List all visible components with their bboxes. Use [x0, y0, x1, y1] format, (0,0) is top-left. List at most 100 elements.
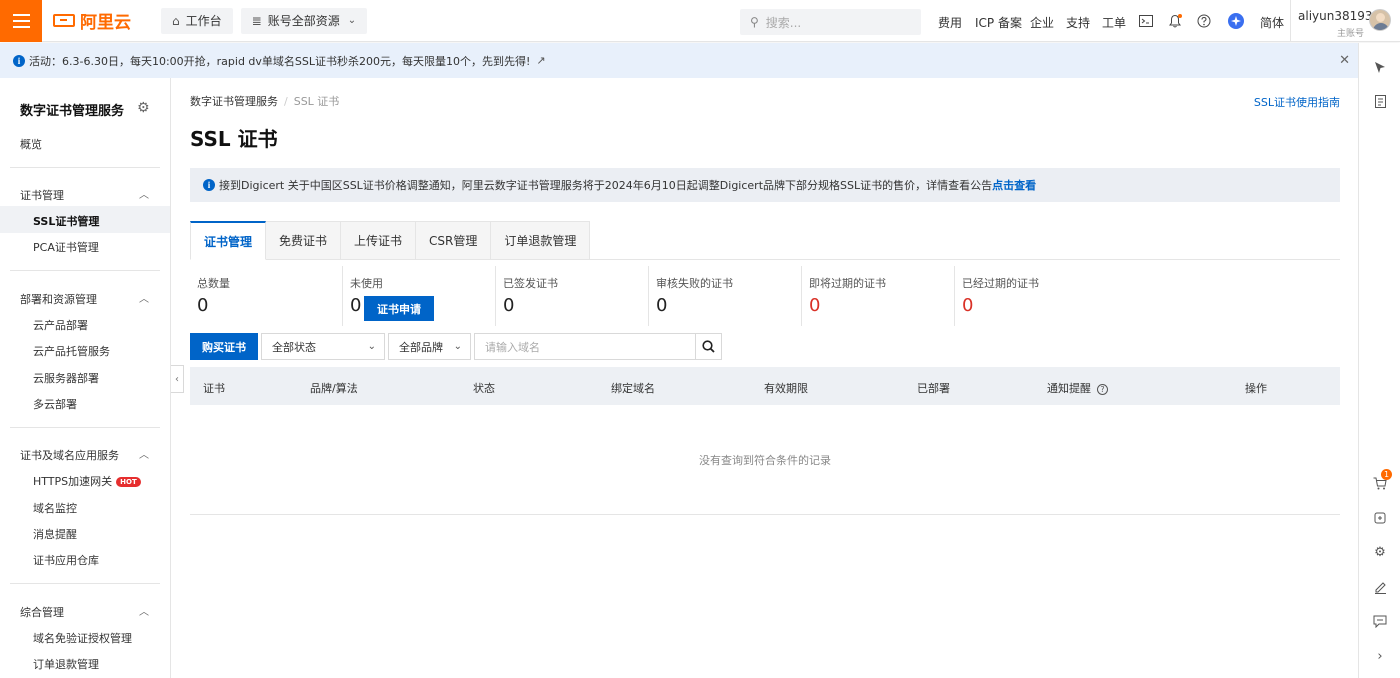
- chevron-up-icon[interactable]: ︿: [139, 186, 149, 201]
- notice-text[interactable]: 活动：6.3-6.30日，每天10:00开抢，rapid dv单域名SSL证书秒…: [29, 53, 530, 69]
- divider: [10, 270, 160, 271]
- column-header: 证书: [203, 382, 225, 395]
- chevron-down-icon: ⌄: [367, 341, 376, 352]
- main-content: 数字证书管理服务 / SSL 证书 SSL证书使用指南 SSL 证书 i 接到Dig…: [171, 78, 1358, 678]
- chevron-right-icon[interactable]: ›: [1372, 648, 1388, 664]
- help-icon[interactable]: ?: [1097, 384, 1108, 395]
- chat-icon[interactable]: [1372, 613, 1388, 629]
- cart-icon[interactable]: 1: [1372, 469, 1392, 491]
- search-icon: [702, 340, 715, 353]
- global-search-input[interactable]: ⚲ 搜索...: [740, 9, 921, 35]
- right-tool-rail: 1 ⚙ ›: [1358, 43, 1400, 678]
- status-select[interactable]: 全部状态 ⌄: [261, 333, 385, 360]
- sidebar-group-app-services[interactable]: 证书及域名应用服务: [20, 447, 119, 463]
- buy-cert-button[interactable]: 购买证书: [190, 333, 258, 360]
- home-icon: ⌂: [172, 13, 180, 28]
- tab-bar: 证书管理 免费证书 上传证书 CSR管理 订单退款管理: [190, 221, 1340, 260]
- chevron-up-icon[interactable]: ︿: [139, 603, 149, 618]
- search-icon: ⚲: [750, 15, 759, 29]
- sidebar-item-pca-cert[interactable]: PCA证书管理: [33, 239, 99, 255]
- chevron-up-icon[interactable]: ︿: [139, 446, 149, 461]
- alert-text: 接到Digicert 关于中国区SSL证书价格调整通知，阿里云数字证书管理服务将…: [219, 179, 993, 192]
- sidebar-item-refund[interactable]: 订单退款管理: [33, 656, 99, 672]
- document-icon[interactable]: [1372, 93, 1388, 109]
- nav-link-support[interactable]: 支持: [1066, 14, 1090, 31]
- bell-icon[interactable]: [1166, 12, 1183, 29]
- apply-cert-button[interactable]: 证书申请: [364, 296, 434, 321]
- gear-icon[interactable]: ⚙: [1372, 544, 1388, 560]
- breadcrumb-current: SSL 证书: [293, 95, 340, 108]
- assistant-icon[interactable]: [1227, 12, 1244, 29]
- column-header: 操作: [1245, 382, 1267, 395]
- sidebar: 数字证书管理服务 ⚙ 概览 证书管理 ︿ SSL证书管理 PCA证书管理 部署和…: [0, 78, 171, 678]
- breadcrumb-item[interactable]: 数字证书管理服务: [190, 95, 278, 108]
- logo-mark-icon: [53, 14, 75, 27]
- list-icon: ≣: [251, 13, 262, 28]
- sidebar-group-cert-management[interactable]: 证书管理: [20, 187, 64, 203]
- divider: [10, 427, 160, 428]
- price-adjust-alert: i 接到Digicert 关于中国区SSL证书价格调整通知，阿里云数字证书管理服…: [190, 168, 1340, 202]
- divider: [10, 583, 160, 584]
- usage-guide-link[interactable]: SSL证书使用指南: [1254, 94, 1340, 110]
- sidebar-item-server-deploy[interactable]: 云服务器部署: [33, 370, 99, 386]
- tab-free-cert[interactable]: 免费证书: [266, 221, 342, 260]
- tab-cert-management[interactable]: 证书管理: [190, 221, 267, 260]
- terminal-icon[interactable]: [1137, 12, 1154, 29]
- sidebar-item-domain-auth[interactable]: 域名免验证授权管理: [33, 630, 132, 646]
- empty-text: 没有查询到符合条件的记录: [699, 453, 831, 467]
- info-icon: i: [203, 179, 215, 191]
- gear-icon[interactable]: ⚙: [137, 100, 150, 116]
- divider: [10, 167, 160, 168]
- column-header: 有效期限: [764, 382, 808, 395]
- nav-link-enterprise[interactable]: 企业: [1030, 14, 1054, 31]
- menu-icon[interactable]: [0, 0, 42, 42]
- stat-expired: 已经过期的证书 0: [962, 277, 1039, 316]
- sidebar-item-domain-monitor[interactable]: 域名监控: [33, 500, 77, 516]
- tab-csr[interactable]: CSR管理: [416, 221, 492, 260]
- column-header: 状态: [473, 382, 495, 395]
- sidebar-item-cloud-hosting[interactable]: 云产品托管服务: [33, 343, 110, 359]
- tab-upload-cert[interactable]: 上传证书: [341, 221, 417, 260]
- search-button[interactable]: [695, 333, 722, 360]
- nav-link-icp[interactable]: ICP 备案: [975, 14, 1022, 31]
- info-icon: i: [13, 54, 25, 67]
- nav-link-billing[interactable]: 费用: [938, 14, 962, 31]
- alert-link[interactable]: 点击查看: [992, 177, 1036, 193]
- sidebar-title: 数字证书管理服务: [20, 104, 125, 119]
- stat-failed: 审核失败的证书 0: [649, 266, 802, 326]
- user-menu[interactable]: aliyun38193... 主账号: [1290, 0, 1384, 42]
- close-icon[interactable]: ✕: [1339, 53, 1350, 68]
- page-title: SSL 证书: [190, 127, 278, 151]
- sidebar-group-deploy[interactable]: 部署和资源管理: [20, 291, 97, 307]
- sidebar-item-cloud-deploy[interactable]: 云产品部署: [33, 317, 88, 333]
- help-icon[interactable]: [1195, 12, 1212, 29]
- domain-search-input[interactable]: 请输入域名: [474, 333, 695, 360]
- sidebar-item-multicloud[interactable]: 多云部署: [33, 396, 77, 412]
- stat-unused: 未使用 0 证书申请: [343, 266, 496, 326]
- sidebar-group-general[interactable]: 综合管理: [20, 604, 64, 620]
- avatar[interactable]: [1369, 9, 1391, 31]
- external-link-icon[interactable]: ↗: [536, 54, 545, 67]
- aliyun-logo[interactable]: 阿里云: [53, 8, 131, 33]
- table-header: 证书 品牌/算法 状态 绑定域名 有效期限 已部署 通知提醒? 操作: [190, 367, 1340, 405]
- sidebar-item-ssl-cert[interactable]: SSL证书管理: [33, 213, 99, 229]
- chevron-up-icon[interactable]: ︿: [139, 290, 149, 305]
- user-role: 主账号: [1337, 29, 1365, 39]
- filter-toolbar: 购买证书 全部状态 ⌄ 全部品牌 ⌄ 请输入域名: [190, 333, 722, 360]
- workbench-button[interactable]: ⌂ 工作台: [161, 7, 233, 34]
- nav-link-ticket[interactable]: 工单: [1102, 14, 1126, 31]
- sidebar-item-overview[interactable]: 概览: [20, 136, 42, 152]
- stat-expiring: 即将过期的证书 0: [802, 266, 955, 326]
- service-icon[interactable]: [1372, 510, 1388, 526]
- sidebar-item-cert-repo[interactable]: 证书应用仓库: [33, 552, 99, 568]
- edit-icon[interactable]: [1372, 579, 1388, 595]
- resources-dropdown[interactable]: ≣ 账号全部资源 ⌄: [240, 7, 368, 34]
- column-header: 绑定域名: [611, 382, 655, 395]
- column-header: 已部署: [917, 382, 950, 395]
- sidebar-item-https-gateway[interactable]: HTTPS加速网关 HOT: [33, 473, 141, 489]
- language-switch[interactable]: 简体: [1260, 14, 1284, 31]
- sidebar-item-message-alert[interactable]: 消息提醒: [33, 526, 77, 542]
- brand-select[interactable]: 全部品牌 ⌄: [388, 333, 471, 360]
- cursor-icon[interactable]: [1372, 59, 1388, 75]
- tab-refund[interactable]: 订单退款管理: [491, 221, 591, 260]
